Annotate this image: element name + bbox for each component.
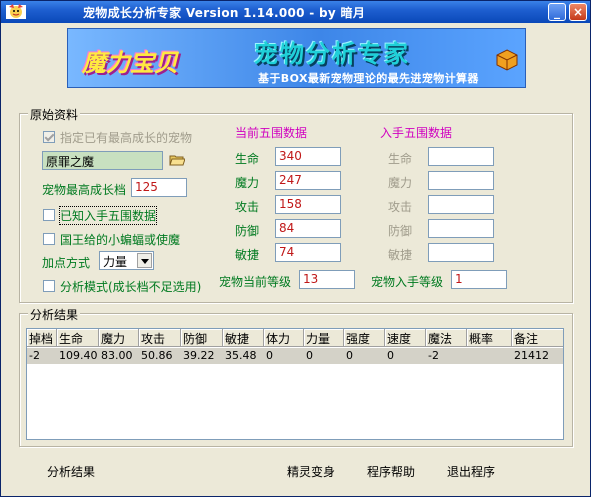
raw-data-legend: 原始资料 bbox=[28, 106, 81, 123]
initial-life-label: 生命 bbox=[388, 152, 413, 166]
table-row[interactable]: -2 109.40 83.00 50.86 39.22 35.48 0 0 0 … bbox=[27, 348, 563, 364]
max-growth-label: 宠物最高成长档 bbox=[42, 183, 127, 197]
col-header[interactable]: 魔法 bbox=[426, 329, 467, 347]
add-point-label: 加点方式 bbox=[42, 256, 91, 270]
table-cell: 0 bbox=[387, 349, 394, 362]
title-bar[interactable]: 宠物成长分析专家 Version 1.14.000 - by 暗月 _ × bbox=[1, 1, 590, 23]
col-header[interactable]: 力量 bbox=[304, 329, 344, 347]
col-header[interactable]: 防御 bbox=[181, 329, 223, 347]
pet-name-field[interactable]: 原罪之魔 bbox=[42, 151, 163, 170]
exit-button[interactable]: 退出程序 bbox=[447, 463, 495, 480]
banner-logo: 魔力宝贝 bbox=[82, 49, 178, 77]
initial-agility-field[interactable] bbox=[428, 243, 494, 262]
initial-agility-label: 敏捷 bbox=[388, 248, 413, 262]
chevron-down-icon[interactable] bbox=[137, 253, 152, 268]
current-agility-label: 敏捷 bbox=[235, 248, 260, 262]
col-header[interactable]: 强度 bbox=[344, 329, 385, 347]
results-legend: 分析结果 bbox=[28, 306, 81, 323]
minimize-button[interactable]: _ bbox=[548, 3, 566, 21]
table-cell: -2 bbox=[428, 349, 439, 362]
initial-mana-label: 魔力 bbox=[388, 176, 413, 190]
known-initial-checkbox[interactable] bbox=[43, 209, 55, 221]
current-level-label: 宠物当前等级 bbox=[219, 275, 292, 289]
analysis-mode-label: 分析模式(成长档不足选用) bbox=[60, 280, 202, 294]
current-defense-field[interactable]: 84 bbox=[275, 219, 341, 238]
initial-attack-label: 攻击 bbox=[388, 200, 413, 214]
table-cell: 109.40 bbox=[59, 349, 98, 362]
initial-level-label: 宠物入手等级 bbox=[371, 275, 444, 289]
current-mana-label: 魔力 bbox=[235, 176, 260, 190]
transform-button[interactable]: 精灵变身 bbox=[287, 463, 335, 480]
specify-max-growth-checkbox[interactable] bbox=[43, 131, 55, 143]
current-attack-label: 攻击 bbox=[235, 200, 260, 214]
window-title: 宠物成长分析专家 Version 1.14.000 - by 暗月 bbox=[83, 6, 366, 20]
table-cell: 50.86 bbox=[141, 349, 173, 362]
table-cell: 35.48 bbox=[225, 349, 257, 362]
col-header[interactable]: 敏捷 bbox=[223, 329, 264, 347]
specify-max-growth-label: 指定已有最高成长的宠物 bbox=[60, 131, 193, 145]
close-button[interactable]: × bbox=[569, 3, 587, 21]
current-attack-field[interactable]: 158 bbox=[275, 195, 341, 214]
table-cell: -2 bbox=[29, 349, 40, 362]
col-header[interactable]: 生命 bbox=[57, 329, 99, 347]
table-cell: 39.22 bbox=[183, 349, 215, 362]
current-mana-field[interactable]: 247 bbox=[275, 171, 341, 190]
current-agility-field[interactable]: 74 bbox=[275, 243, 341, 262]
help-button[interactable]: 程序帮助 bbox=[367, 463, 415, 480]
analysis-mode-checkbox[interactable] bbox=[43, 280, 55, 292]
initial-defense-field[interactable] bbox=[428, 219, 494, 238]
initial-life-field[interactable] bbox=[428, 147, 494, 166]
results-group: 分析结果 掉档 生命 魔力 攻击 防御 敏捷 体力 力量 强度 速度 魔法 概率… bbox=[19, 306, 573, 447]
add-point-value: 力量 bbox=[103, 255, 128, 269]
initial-level-field[interactable]: 1 bbox=[451, 270, 507, 289]
table-cell: 0 bbox=[266, 349, 273, 362]
current-defense-label: 防御 bbox=[235, 224, 260, 238]
banner-subtitle: 基于BOX最新宠物理论的最先进宠物计算器 bbox=[258, 72, 479, 85]
initial-mana-field[interactable] bbox=[428, 171, 494, 190]
current-stats-header: 当前五围数据 bbox=[235, 126, 308, 140]
col-header[interactable]: 备注 bbox=[512, 329, 563, 347]
app-icon bbox=[6, 4, 26, 19]
banner-title: 宠物分析专家 bbox=[254, 40, 410, 68]
col-header[interactable]: 魔力 bbox=[99, 329, 139, 347]
current-level-field[interactable]: 13 bbox=[299, 270, 355, 289]
col-header[interactable]: 速度 bbox=[385, 329, 426, 347]
king-bat-checkbox[interactable] bbox=[43, 233, 55, 245]
current-life-label: 生命 bbox=[235, 152, 260, 166]
table-cell: 0 bbox=[346, 349, 353, 362]
initial-attack-field[interactable] bbox=[428, 195, 494, 214]
folder-open-icon[interactable] bbox=[169, 153, 185, 167]
main-window: 宠物成长分析专家 Version 1.14.000 - by 暗月 _ × 魔力… bbox=[0, 0, 591, 497]
king-bat-label: 国王给的小蝙蝠或使魔 bbox=[60, 233, 181, 247]
initial-stats-header: 入手五围数据 bbox=[380, 126, 453, 140]
analyze-button[interactable]: 分析结果 bbox=[47, 463, 95, 480]
known-initial-label: 已知入手五围数据 bbox=[58, 206, 158, 225]
initial-defense-label: 防御 bbox=[388, 224, 413, 238]
table-cell: 83.00 bbox=[101, 349, 133, 362]
col-header[interactable]: 掉档 bbox=[27, 329, 57, 347]
col-header[interactable]: 攻击 bbox=[139, 329, 181, 347]
results-table[interactable]: 掉档 生命 魔力 攻击 防御 敏捷 体力 力量 强度 速度 魔法 概率 备注 -… bbox=[26, 328, 564, 440]
max-growth-field[interactable]: 125 bbox=[131, 178, 187, 197]
col-header[interactable]: 概率 bbox=[467, 329, 512, 347]
results-header: 掉档 生命 魔力 攻击 防御 敏捷 体力 力量 强度 速度 魔法 概率 备注 bbox=[27, 329, 563, 347]
banner: 魔力宝贝 宠物分析专家 基于BOX最新宠物理论的最先进宠物计算器 bbox=[67, 28, 526, 88]
box-icon bbox=[496, 49, 518, 71]
add-point-select[interactable]: 力量 bbox=[99, 251, 154, 270]
current-life-field[interactable]: 340 bbox=[275, 147, 341, 166]
table-cell: 21412 bbox=[514, 349, 549, 362]
table-cell: 0 bbox=[306, 349, 313, 362]
col-header[interactable]: 体力 bbox=[264, 329, 304, 347]
